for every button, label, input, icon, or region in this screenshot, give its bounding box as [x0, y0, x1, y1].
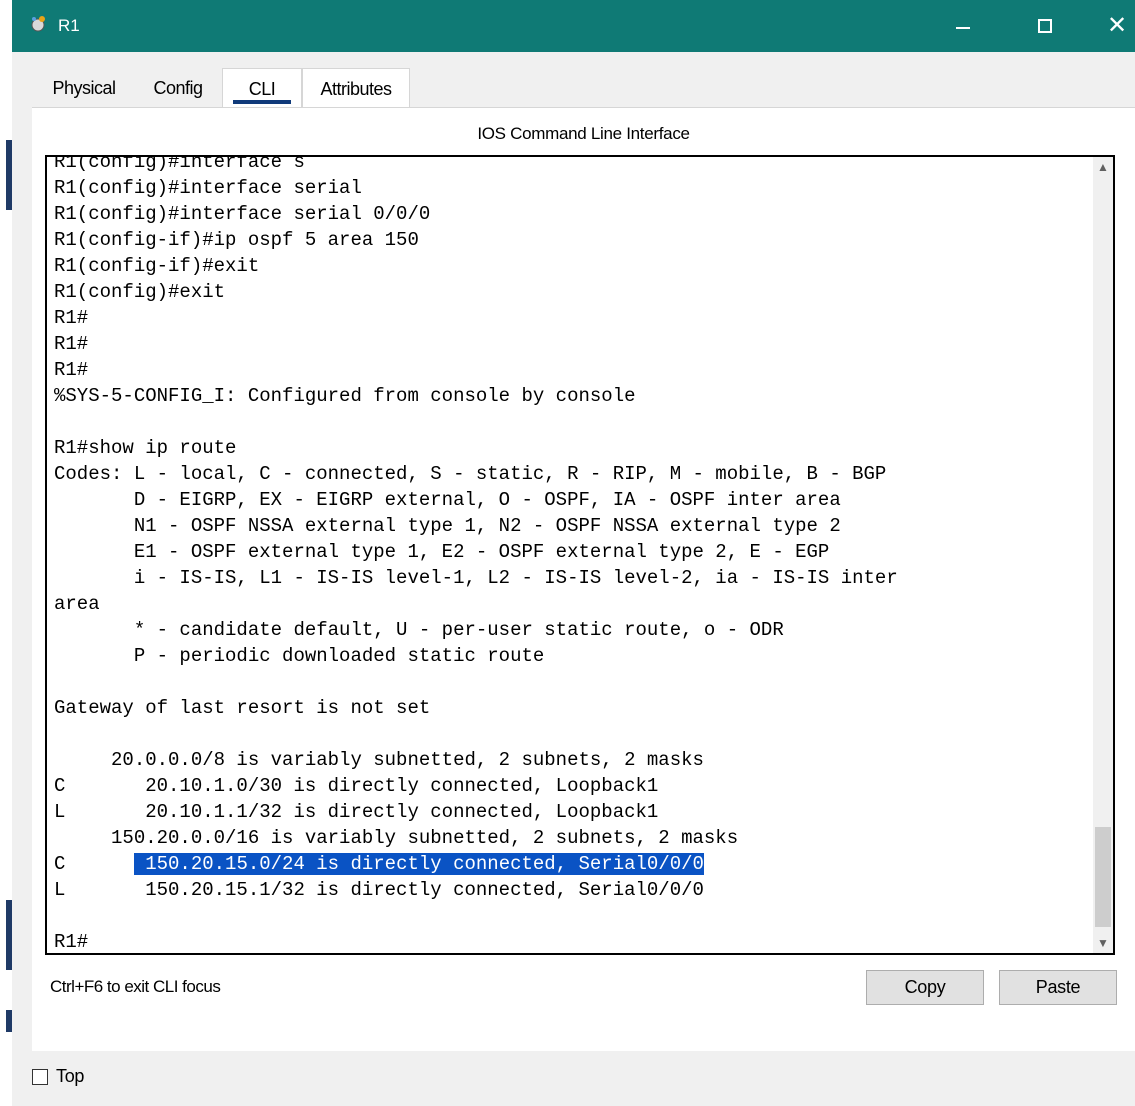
terminal-line: R1#	[54, 333, 89, 355]
paste-button[interactable]: Paste	[999, 970, 1117, 1005]
terminal-line: 150.20.0.0/16 is variably subnetted, 2 s…	[54, 827, 739, 849]
terminal-line: R1#show ip route	[54, 437, 237, 459]
scroll-down-icon[interactable]: ▼	[1093, 933, 1113, 953]
terminal-line: R1(config)#exit	[54, 281, 226, 303]
close-button[interactable]: ✕	[1094, 0, 1135, 52]
terminal-line: L 150.20.15.1/32 is directly connected, …	[54, 879, 704, 901]
minimize-icon	[956, 27, 970, 29]
terminal-line: R1(config)#interface s	[54, 155, 305, 173]
tab-cli-label: CLI	[248, 79, 276, 99]
terminal-line: E1 - OSPF external type 1, E2 - OSPF ext…	[54, 541, 830, 563]
maximize-button[interactable]	[1022, 0, 1068, 52]
cli-focus-hint: Ctrl+F6 to exit CLI focus	[50, 977, 221, 996]
router-window: R1 ✕ Physical Config CLI Attributes IOS …	[12, 0, 1135, 1106]
terminal-line: %SYS-5-CONFIG_I: Configured from console…	[54, 385, 636, 407]
tab-config[interactable]: Config	[142, 68, 214, 108]
terminal-line: Gateway of last resort is not set	[54, 697, 431, 719]
cli-terminal[interactable]: R1(config)#interface s R1(config)#interfa…	[45, 155, 1115, 955]
terminal-line: R1#	[54, 307, 89, 329]
panel-title: IOS Command Line Interface	[477, 124, 690, 143]
top-checkbox[interactable]: Top	[32, 1066, 84, 1087]
top-checkbox-label: Top	[56, 1066, 85, 1086]
terminal-line: C 20.10.1.0/30 is directly connected, Lo…	[54, 775, 659, 797]
terminal-line-text: C	[54, 853, 134, 875]
terminal-line: R1(config-if)#ip ospf 5 area 150	[54, 229, 419, 251]
window-title: R1	[58, 16, 80, 35]
scrollbar-thumb[interactable]	[1095, 827, 1111, 927]
terminal-line: L 20.10.1.1/32 is directly connected, Lo…	[54, 801, 659, 823]
terminal-scrollbar[interactable]: ▲ ▼	[1093, 157, 1113, 953]
tab-physical[interactable]: Physical	[32, 68, 136, 108]
terminal-line: * - candidate default, U - per-user stat…	[54, 619, 784, 641]
minimize-button[interactable]	[940, 0, 986, 52]
terminal-line: i - IS-IS, L1 - IS-IS level-1, L2 - IS-I…	[54, 567, 898, 589]
title-bar[interactable]: R1 ✕	[12, 0, 1135, 52]
terminal-line: R1(config)#interface serial 0/0/0	[54, 203, 431, 225]
terminal-line: C 150.20.15.0/24 is directly connected, …	[54, 851, 1084, 877]
tab-cli[interactable]: CLI	[222, 68, 302, 108]
tab-attributes[interactable]: Attributes	[302, 68, 410, 108]
copy-button[interactable]: Copy	[866, 970, 984, 1005]
terminal-line: 20.0.0.0/8 is variably subnetted, 2 subn…	[54, 749, 704, 771]
router-app-icon	[31, 16, 45, 32]
terminal-line: R1#	[54, 931, 89, 953]
terminal-line: area	[54, 593, 100, 615]
desktop-edge	[0, 0, 12, 1106]
checkbox-icon[interactable]	[32, 1068, 48, 1085]
terminal-output[interactable]: R1(config)#interface s R1(config)#interfa…	[54, 155, 1084, 953]
terminal-line: D - EIGRP, EX - EIGRP external, O - OSPF…	[54, 489, 841, 511]
terminal-line: P - periodic downloaded static route	[54, 645, 545, 667]
terminal-line: R1(config)#interface serial	[54, 177, 362, 199]
terminal-line: N1 - OSPF NSSA external type 1, N2 - OSP…	[54, 515, 841, 537]
scroll-up-icon[interactable]: ▲	[1093, 157, 1113, 177]
maximize-icon	[1038, 19, 1052, 33]
terminal-line: R1#	[54, 359, 89, 381]
close-icon: ✕	[1106, 12, 1128, 39]
terminal-line: Codes: L - local, C - connected, S - sta…	[54, 463, 887, 485]
terminal-line: R1(config-if)#exit	[54, 255, 260, 277]
selected-text[interactable]: 150.20.15.0/24 is directly connected, Se…	[133, 853, 704, 875]
active-tab-underline	[233, 100, 291, 104]
